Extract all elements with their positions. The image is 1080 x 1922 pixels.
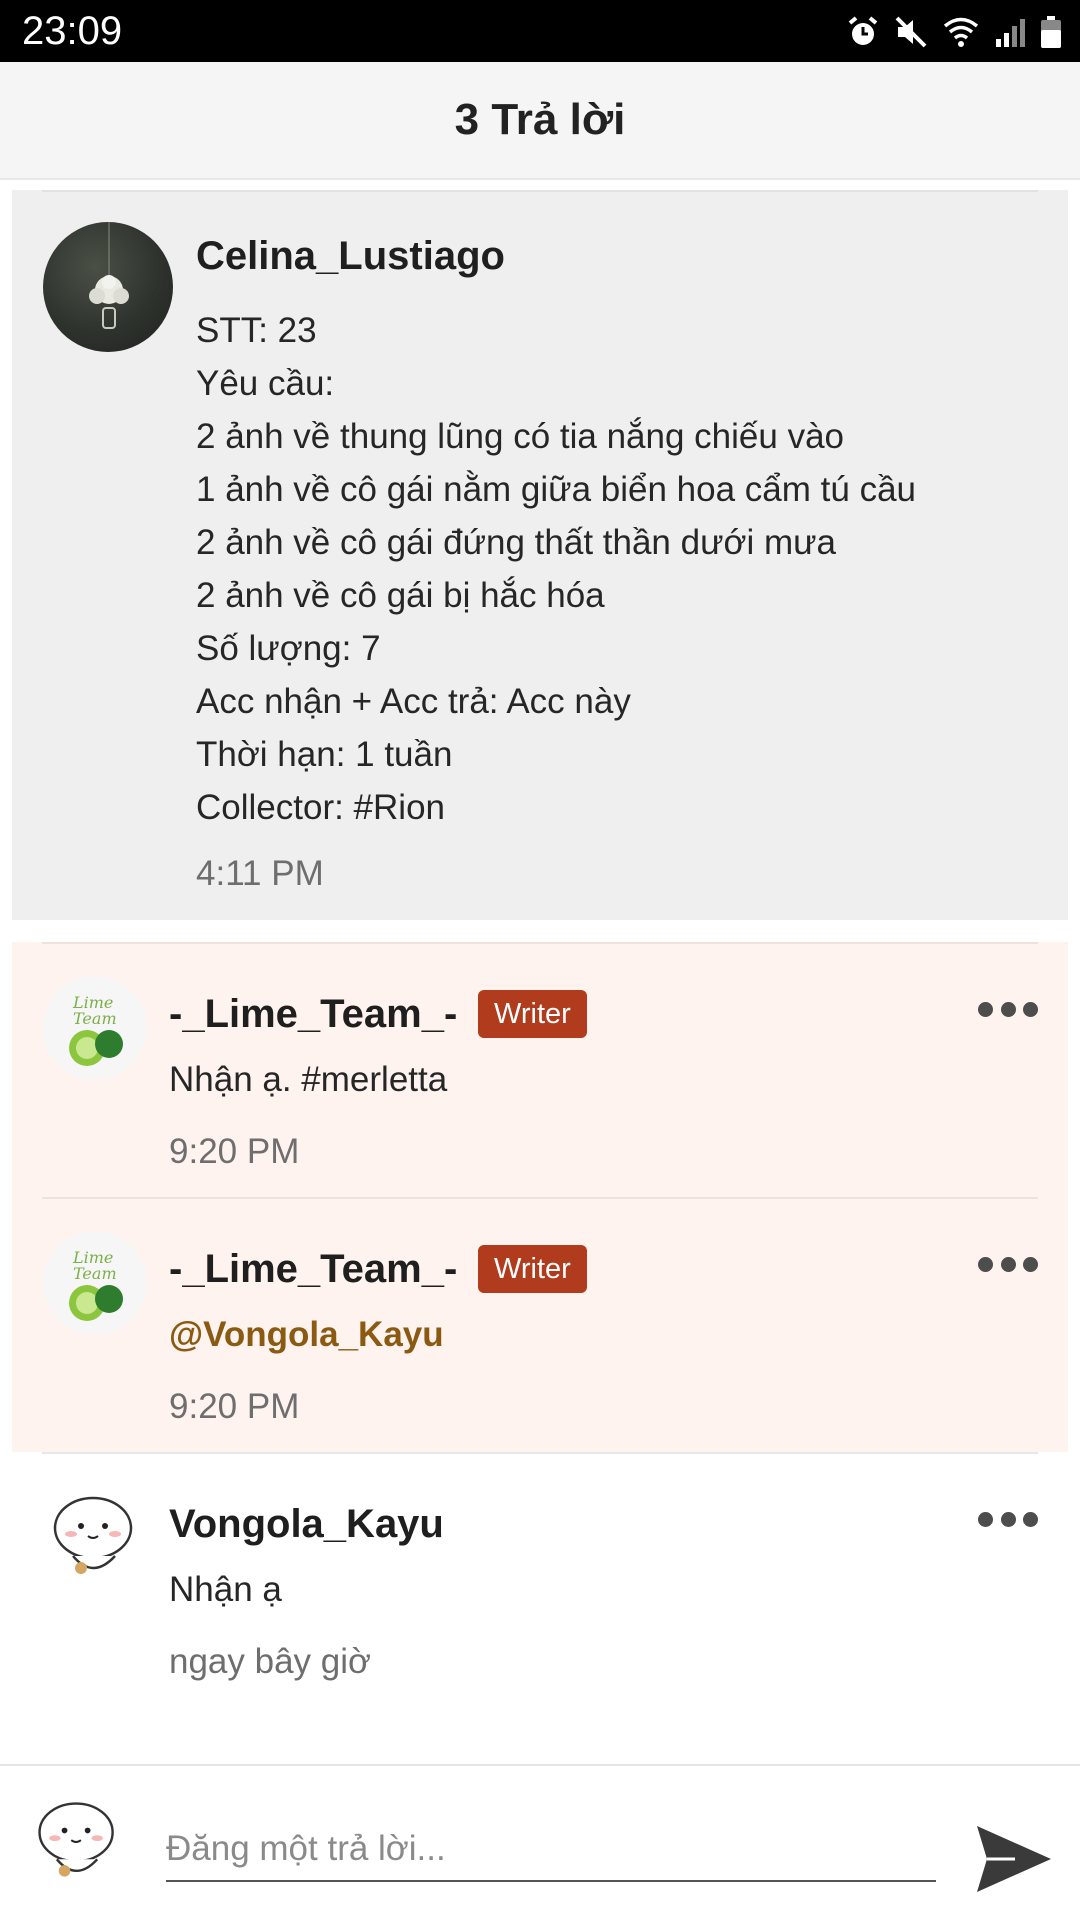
post-line: STT: 23 — [196, 311, 317, 350]
post-body: STT: 23 Yêu cầu: 2 ảnh về thung lũng có … — [196, 304, 1056, 834]
send-icon — [977, 1826, 1051, 1892]
post-line: Yêu cầu: — [196, 364, 335, 403]
flower-jar-icon — [89, 222, 129, 329]
post-line: Số lượng: 7 — [196, 629, 381, 668]
writer-badge: Writer — [478, 1245, 587, 1293]
cartoon-avatar-icon — [38, 1802, 114, 1877]
reply-author[interactable]: -_Lime_Team_- — [169, 992, 457, 1037]
original-post: Celina_Lustiago STT: 23 Yêu cầu: 2 ảnh v… — [12, 190, 1068, 920]
post-line: Thời hạn: 1 tuần — [196, 735, 453, 774]
svg-text:Team: Team — [73, 1009, 117, 1028]
post-author[interactable]: Celina_Lustiago — [196, 234, 505, 279]
post-line: Collector: #Rion — [196, 788, 445, 827]
more-options-button[interactable] — [978, 1251, 1038, 1277]
reply-text: Nhận ạ — [169, 1570, 282, 1609]
divider — [42, 1452, 1038, 1454]
post-timestamp: 4:11 PM — [196, 854, 324, 893]
header: 3 Trả lời — [0, 62, 1080, 180]
status-time: 23:09 — [22, 9, 123, 53]
svg-text:Team: Team — [73, 1264, 117, 1283]
reply-input[interactable] — [166, 1818, 936, 1882]
writer-badge: Writer — [478, 990, 587, 1038]
reply-author[interactable]: Vongola_Kayu — [169, 1502, 444, 1547]
send-button[interactable] — [975, 1822, 1053, 1896]
avatar — [28, 1792, 128, 1892]
lime-team-logo-icon: Lime Team — [69, 993, 123, 1066]
battery-icon — [1041, 16, 1061, 48]
avatar[interactable] — [43, 1486, 147, 1590]
avatar[interactable] — [43, 222, 173, 352]
divider — [42, 190, 1038, 192]
status-bar: 23:09 — [0, 0, 1080, 62]
post-line: 2 ảnh về cô gái bị hắc hóa — [196, 576, 605, 615]
signal-icon — [996, 19, 1025, 47]
reply-author[interactable]: -_Lime_Team_- — [169, 1247, 457, 1292]
more-options-button[interactable] — [978, 1506, 1038, 1532]
post-line: 2 ảnh về cô gái đứng thất thần dưới mưa — [196, 523, 837, 562]
status-icons — [846, 12, 1062, 52]
reply-text: Nhận ạ. #merletta — [169, 1060, 448, 1099]
reply-item: Lime Team -_Lime_Team_- Writer Nhận ạ. #… — [12, 942, 1068, 1197]
reply-item: Lime Team -_Lime_Team_- Writer @Vongola_… — [12, 1197, 1068, 1452]
reply-timestamp: ngay bây giờ — [169, 1642, 371, 1681]
mention-link[interactable]: @Vongola_Kayu — [169, 1315, 444, 1355]
reply-timestamp: 9:20 PM — [169, 1132, 300, 1171]
divider — [42, 942, 1038, 944]
wifi-icon — [943, 17, 979, 47]
mute-icon — [895, 16, 927, 48]
reply-item: Vongola_Kayu Nhận ạ ngay bây giờ — [12, 1452, 1068, 1722]
avatar[interactable]: Lime Team — [43, 1231, 147, 1335]
page-title: 3 Trả lời — [454, 95, 626, 144]
alarm-icon — [848, 16, 878, 45]
avatar[interactable]: Lime Team — [43, 976, 147, 1080]
post-line: Acc nhận + Acc trả: Acc này — [196, 682, 631, 721]
divider — [42, 1197, 1038, 1199]
reply-composer — [0, 1764, 1080, 1922]
more-options-button[interactable] — [978, 996, 1038, 1022]
post-line: 2 ảnh về thung lũng có tia nắng chiếu và… — [196, 417, 844, 456]
lime-team-logo-icon: Lime Team — [69, 1248, 123, 1321]
post-line: 1 ảnh về cô gái nằm giữa biển hoa cẩm tú… — [196, 470, 916, 509]
reply-timestamp: 9:20 PM — [169, 1387, 300, 1426]
cartoon-avatar-icon — [53, 1496, 133, 1574]
